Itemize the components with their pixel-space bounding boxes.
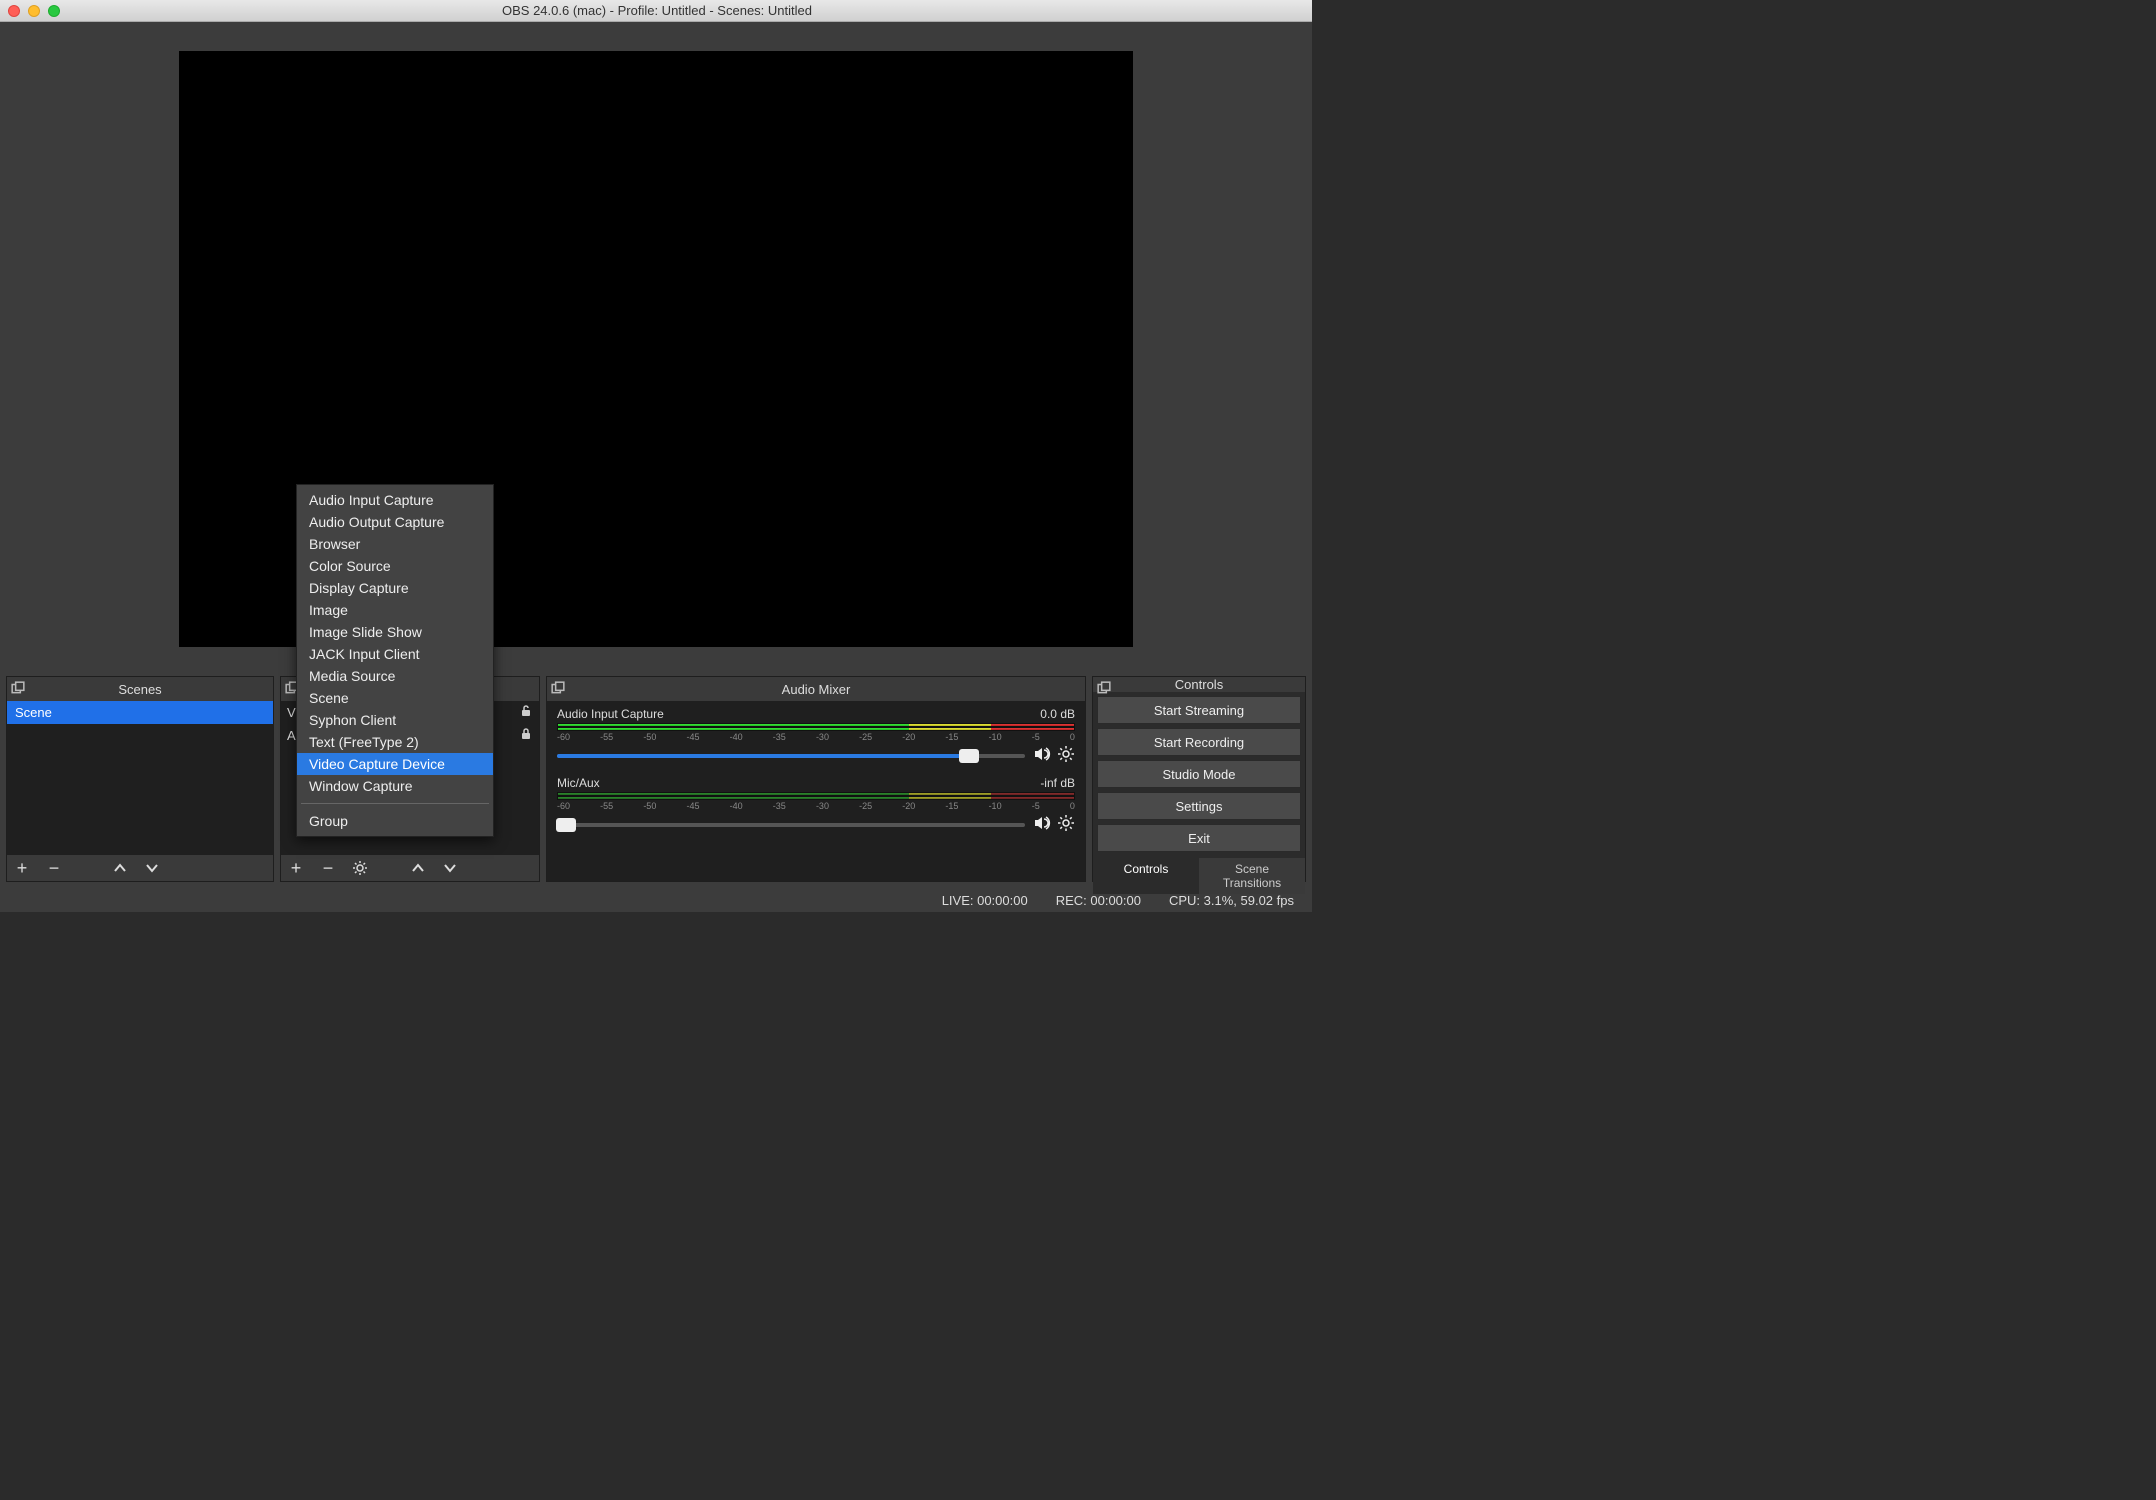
- studio-mode-button[interactable]: Studio Mode: [1097, 760, 1301, 788]
- window-title: OBS 24.0.6 (mac) - Profile: Untitled - S…: [10, 3, 1304, 18]
- status-cpu: CPU: 3.1%, 59.02 fps: [1169, 893, 1294, 908]
- remove-scene-button[interactable]: −: [45, 859, 63, 877]
- menu-item-browser[interactable]: Browser: [297, 533, 493, 555]
- menu-item-scene[interactable]: Scene: [297, 687, 493, 709]
- menu-item-audio-input-capture[interactable]: Audio Input Capture: [297, 489, 493, 511]
- menu-item-image-slide-show[interactable]: Image Slide Show: [297, 621, 493, 643]
- remove-source-button[interactable]: −: [319, 859, 337, 877]
- controls-tabs: ControlsScene Transitions: [1093, 858, 1305, 894]
- menu-item-media-source[interactable]: Media Source: [297, 665, 493, 687]
- unlock-icon[interactable]: [519, 704, 533, 721]
- menu-item-text-freetype-2-[interactable]: Text (FreeType 2): [297, 731, 493, 753]
- add-source-context-menu[interactable]: Audio Input CaptureAudio Output CaptureB…: [296, 484, 494, 837]
- source-label: A: [287, 728, 296, 743]
- status-live: LIVE: 00:00:00: [942, 893, 1028, 908]
- scenes-list[interactable]: Scene: [7, 701, 273, 855]
- start-streaming-button[interactable]: Start Streaming: [1097, 696, 1301, 724]
- menu-item-image[interactable]: Image: [297, 599, 493, 621]
- channel-name: Audio Input Capture: [557, 707, 664, 721]
- add-scene-button[interactable]: +: [13, 859, 31, 877]
- titlebar: OBS 24.0.6 (mac) - Profile: Untitled - S…: [0, 0, 1312, 22]
- scene-item[interactable]: Scene: [7, 701, 273, 724]
- preview-area: [0, 22, 1312, 676]
- scenes-panel: Scenes Scene + −: [6, 676, 274, 882]
- speaker-icon[interactable]: [1033, 814, 1051, 835]
- speaker-icon[interactable]: [1033, 745, 1051, 766]
- menu-item-display-capture[interactable]: Display Capture: [297, 577, 493, 599]
- mixer-title: Audio Mixer: [782, 682, 851, 697]
- gear-icon[interactable]: [1057, 745, 1075, 766]
- source-properties-button[interactable]: [351, 859, 369, 877]
- popout-icon[interactable]: [1097, 681, 1111, 695]
- menu-item-syphon-client[interactable]: Syphon Client: [297, 709, 493, 731]
- controls-panel: Controls Start StreamingStart RecordingS…: [1092, 676, 1306, 882]
- move-scene-up-button[interactable]: [111, 859, 129, 877]
- move-source-up-button[interactable]: [409, 859, 427, 877]
- source-label: V: [287, 705, 296, 720]
- start-recording-button[interactable]: Start Recording: [1097, 728, 1301, 756]
- mixer-channel: Audio Input Capture 0.0 dB -60-55-50-45-…: [557, 707, 1075, 766]
- mixer-channel: Mic/Aux -inf dB -60-55-50-45-40-35-30-25…: [557, 776, 1075, 835]
- add-source-button[interactable]: +: [287, 859, 305, 877]
- sources-toolbar: + −: [281, 855, 539, 881]
- exit-button[interactable]: Exit: [1097, 824, 1301, 852]
- volume-slider[interactable]: [557, 823, 1025, 827]
- lock-icon[interactable]: [519, 727, 533, 744]
- menu-item-video-capture-device[interactable]: Video Capture Device: [297, 753, 493, 775]
- menu-item-window-capture[interactable]: Window Capture: [297, 775, 493, 797]
- volume-slider[interactable]: [557, 754, 1025, 758]
- mixer-header: Audio Mixer: [547, 677, 1085, 701]
- level-meter: -60-55-50-45-40-35-30-25-20-15-10-50: [557, 792, 1075, 812]
- channel-db: -inf dB: [1040, 776, 1075, 790]
- move-source-down-button[interactable]: [441, 859, 459, 877]
- scenes-toolbar: + −: [7, 855, 273, 881]
- controls-title: Controls: [1175, 677, 1223, 692]
- app-body: Scenes Scene + − V: [0, 22, 1312, 912]
- move-scene-down-button[interactable]: [143, 859, 161, 877]
- popout-icon[interactable]: [11, 681, 25, 695]
- settings-button[interactable]: Settings: [1097, 792, 1301, 820]
- controls-body: Start Streaming Start Recording Studio Mod…: [1093, 692, 1305, 856]
- tab-scene-transitions[interactable]: Scene Transitions: [1199, 858, 1305, 894]
- scenes-header: Scenes: [7, 677, 273, 701]
- audio-mixer-panel: Audio Mixer Audio Input Capture 0.0 dB -…: [546, 676, 1086, 882]
- mixer-body: Audio Input Capture 0.0 dB -60-55-50-45-…: [547, 701, 1085, 881]
- status-rec: REC: 00:00:00: [1056, 893, 1141, 908]
- menu-item-audio-output-capture[interactable]: Audio Output Capture: [297, 511, 493, 533]
- channel-db: 0.0 dB: [1040, 707, 1075, 721]
- docked-panels: Scenes Scene + − V: [0, 676, 1312, 888]
- level-meter: -60-55-50-45-40-35-30-25-20-15-10-50: [557, 723, 1075, 743]
- channel-name: Mic/Aux: [557, 776, 600, 790]
- scenes-title: Scenes: [118, 682, 161, 697]
- gear-icon[interactable]: [1057, 814, 1075, 835]
- menu-separator: [301, 803, 489, 804]
- tab-controls[interactable]: Controls: [1093, 858, 1199, 894]
- controls-header: Controls: [1093, 677, 1305, 692]
- menu-item-color-source[interactable]: Color Source: [297, 555, 493, 577]
- menu-item-group[interactable]: Group: [297, 810, 493, 832]
- popout-icon[interactable]: [551, 681, 565, 695]
- menu-item-jack-input-client[interactable]: JACK Input Client: [297, 643, 493, 665]
